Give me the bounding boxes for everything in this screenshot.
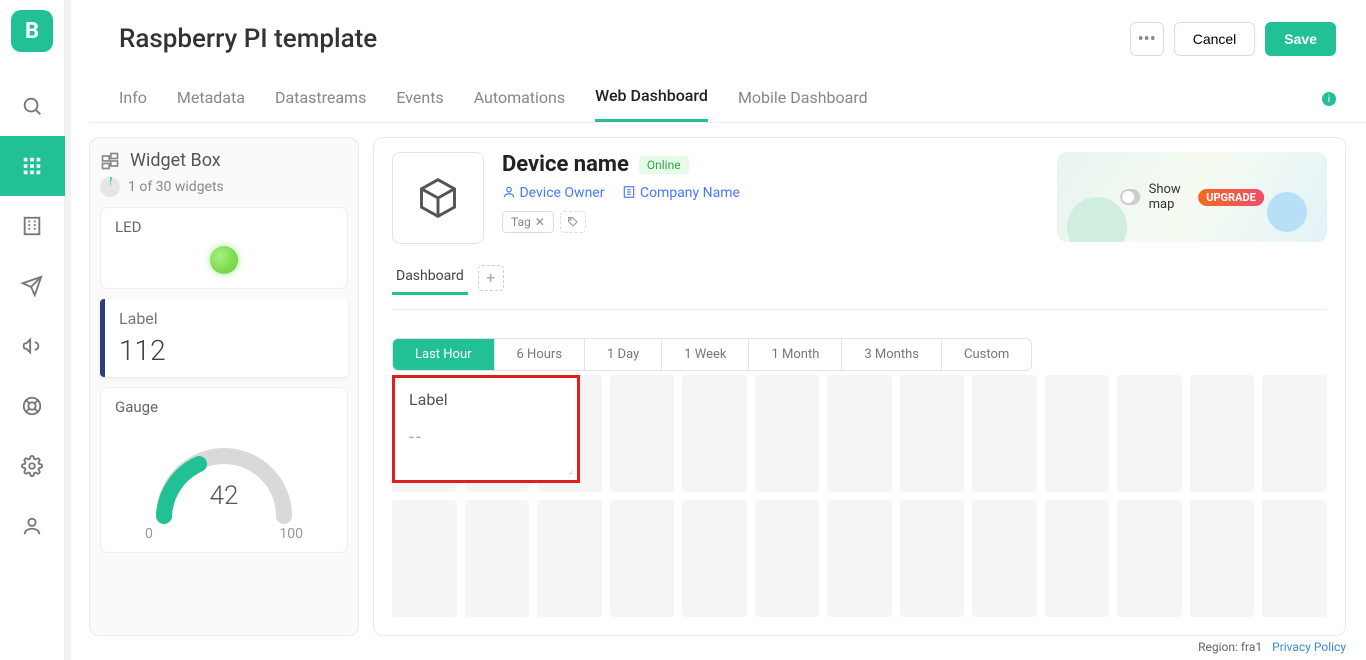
nav-settings[interactable] [0, 436, 65, 496]
time-1-day[interactable]: 1 Day [585, 339, 662, 370]
time-1-week[interactable]: 1 Week [662, 339, 749, 370]
dashboard-tab[interactable]: Dashboard [392, 260, 468, 295]
company-icon [622, 185, 636, 199]
tab-web-dashboard[interactable]: Web Dashboard [595, 76, 708, 122]
tab-metadata[interactable]: Metadata [177, 78, 245, 121]
user-icon [21, 515, 43, 537]
person-icon [502, 185, 516, 199]
add-tag-button[interactable] [560, 211, 586, 233]
info-icon[interactable]: i [1322, 92, 1336, 106]
logo[interactable]: B [11, 10, 53, 52]
more-button[interactable]: ••• [1130, 22, 1164, 56]
nav-dashboard[interactable] [0, 136, 65, 196]
placed-label-title: Label [409, 390, 563, 409]
placed-label-value: -- [409, 427, 563, 448]
resize-handle-icon[interactable]: ⌟ [568, 465, 573, 476]
tag-icon [567, 216, 579, 228]
time-6-hours[interactable]: 6 Hours [495, 339, 586, 370]
save-button[interactable]: Save [1265, 22, 1336, 56]
status-badge: Online [639, 156, 689, 174]
toggle-switch[interactable] [1120, 189, 1140, 205]
header: Raspberry PI template ••• Cancel Save [89, 8, 1366, 66]
device-name: Device name [502, 152, 629, 177]
gear-icon [21, 455, 43, 477]
send-icon [21, 275, 43, 297]
dashboard-grid[interactable]: Label -- ⌟ [392, 371, 1327, 621]
gauge-min: 0 [145, 526, 153, 542]
add-dashboard-tab[interactable]: + [478, 265, 504, 291]
cube-icon [416, 176, 460, 220]
widget-box: Widget Box 1 of 30 widgets LED Label 112… [89, 137, 359, 636]
gauge-max: 100 [279, 526, 303, 542]
widget-count-row: 1 of 30 widgets [100, 177, 348, 197]
owner-link[interactable]: Device Owner [502, 185, 604, 201]
building-icon [21, 215, 43, 237]
divider [392, 309, 1327, 310]
time-1-month[interactable]: 1 Month [749, 339, 842, 370]
gauge-value: 42 [210, 481, 239, 511]
widget-led[interactable]: LED [100, 207, 348, 289]
tab-info[interactable]: Info [119, 78, 147, 121]
dashboard-preview: Device name Online Device Owner Company … [373, 137, 1346, 636]
company-link[interactable]: Company Name [622, 185, 739, 201]
tag-chip[interactable]: Tag ✕ [502, 211, 554, 233]
content: Widget Box 1 of 30 widgets LED Label 112… [89, 123, 1366, 636]
nav-help[interactable] [0, 376, 65, 436]
placed-label-widget[interactable]: Label -- ⌟ [392, 375, 580, 483]
widget-box-title: Widget Box [130, 150, 221, 171]
device-icon [392, 152, 484, 244]
widgets-icon [100, 151, 120, 171]
app-sidebar: B [0, 0, 65, 660]
widget-count: 1 of 30 widgets [128, 179, 224, 195]
nav-messages[interactable] [0, 256, 65, 316]
widget-label[interactable]: Label 112 [100, 299, 348, 377]
tab-automations[interactable]: Automations [474, 78, 565, 121]
led-icon [210, 246, 238, 274]
main-area: Raspberry PI template ••• Cancel Save In… [71, 0, 1366, 660]
nav-organizations[interactable] [0, 196, 65, 256]
nav-profile[interactable] [0, 496, 65, 556]
megaphone-icon [21, 335, 43, 357]
dashboard-tabs: Dashboard + [392, 260, 1327, 295]
lifebuoy-icon [21, 395, 43, 417]
gauge-range: 0 100 [115, 526, 333, 542]
device-meta: Device name Online Device Owner Company … [502, 152, 1039, 233]
cancel-button[interactable]: Cancel [1174, 22, 1256, 56]
widget-gauge-title: Gauge [115, 398, 333, 416]
map-card: Show map UPGRADE [1057, 152, 1327, 242]
tab-events[interactable]: Events [396, 78, 443, 121]
widget-label-title: Label [119, 309, 334, 328]
time-range: Last Hour 6 Hours 1 Day 1 Week 1 Month 3… [392, 338, 1032, 371]
widget-gauge[interactable]: Gauge 42 0 100 [100, 387, 348, 553]
tag-remove-icon[interactable]: ✕ [535, 215, 545, 229]
region-label: Region: fra1 [1198, 640, 1262, 654]
gauge-icon: 42 [144, 426, 304, 526]
tab-datastreams[interactable]: Datastreams [275, 78, 366, 121]
search-icon [21, 95, 43, 117]
time-last-hour[interactable]: Last Hour [393, 339, 495, 370]
time-custom[interactable]: Custom [942, 339, 1031, 370]
upgrade-badge[interactable]: UPGRADE [1198, 189, 1264, 206]
widget-label-value: 112 [119, 334, 334, 367]
nav-search[interactable] [0, 76, 65, 136]
grid-icon [21, 155, 43, 177]
widget-led-title: LED [115, 218, 333, 236]
show-map-toggle[interactable]: Show map UPGRADE [1120, 182, 1264, 212]
page-title: Raspberry PI template [119, 24, 377, 54]
tab-mobile-dashboard[interactable]: Mobile Dashboard [738, 78, 868, 121]
template-tabs: Info Metadata Datastreams Events Automat… [89, 66, 1366, 123]
time-3-months[interactable]: 3 Months [842, 339, 942, 370]
quota-pie-icon [100, 177, 120, 197]
nav-announce[interactable] [0, 316, 65, 376]
footer: Region: fra1 Privacy Policy [89, 636, 1366, 660]
device-header: Device name Online Device Owner Company … [392, 152, 1327, 244]
widget-box-header: Widget Box [100, 150, 348, 171]
privacy-link[interactable]: Privacy Policy [1272, 640, 1346, 654]
header-actions: ••• Cancel Save [1130, 22, 1336, 56]
